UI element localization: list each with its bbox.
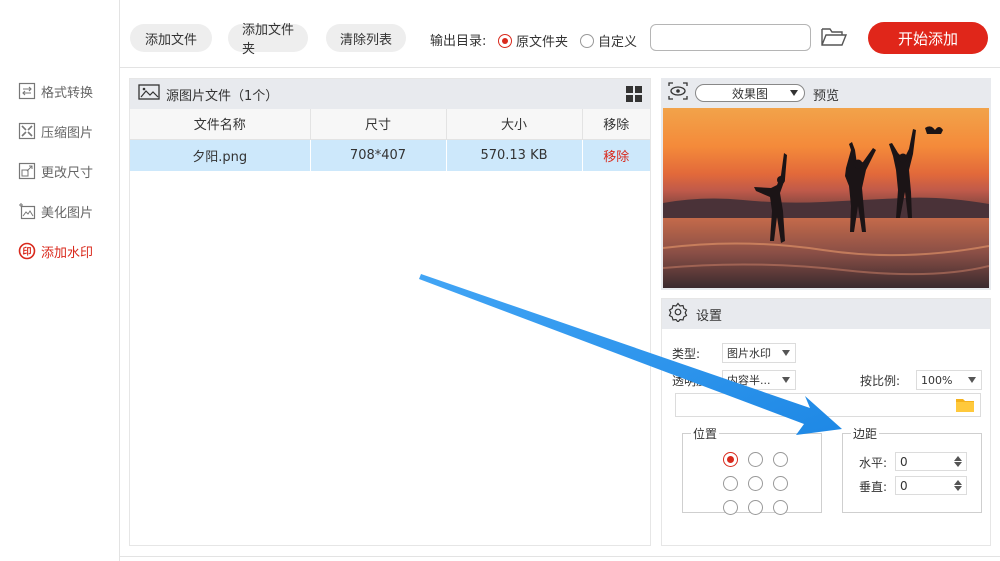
divider bbox=[120, 556, 1000, 557]
add-file-button[interactable]: 添加文件 bbox=[130, 24, 212, 52]
file-dimensions-cell: 708*407 bbox=[310, 139, 447, 171]
vertical-margin-stepper[interactable]: 0 bbox=[895, 476, 967, 495]
file-name-cell: 夕阳.png bbox=[130, 139, 311, 171]
margin-group: 边距 水平: 0 垂直: 0 bbox=[842, 425, 982, 513]
sidebar-item-label: 添加水印 bbox=[41, 245, 94, 261]
position-legend: 位置 bbox=[693, 427, 718, 441]
position-center-radio[interactable] bbox=[748, 476, 763, 491]
scale-label: 按比例: bbox=[860, 374, 901, 388]
preview-mode-select[interactable]: 效果图 bbox=[695, 84, 805, 102]
source-files-panel: 源图片文件（1个） 文件名称 尺寸 大小 移除 夕阳.png 708*407 5… bbox=[129, 78, 651, 546]
sidebar-item-label: 压缩图片 bbox=[41, 125, 94, 141]
remove-link[interactable]: 移除 bbox=[582, 139, 650, 171]
preview-mode-value: 效果图 bbox=[731, 86, 768, 101]
chevron-down-icon bbox=[782, 377, 790, 383]
file-size-cell: 570.13 KB bbox=[446, 139, 583, 171]
image-icon bbox=[138, 84, 160, 104]
radio-checked-icon bbox=[498, 33, 512, 48]
column-header-size: 大小 bbox=[446, 109, 583, 140]
radio-custom-folder[interactable]: 自定义 bbox=[580, 31, 637, 50]
position-top-right-radio[interactable] bbox=[773, 452, 788, 467]
settings-panel: 设置 类型: 图片水印 透明度: 内容半... 按比例: 100% 位置 边距 … bbox=[661, 298, 991, 546]
chevron-down-icon bbox=[968, 377, 976, 383]
preview-panel: 效果图 预览 bbox=[661, 78, 991, 290]
position-middle-right-radio[interactable] bbox=[773, 476, 788, 491]
watermark-icon: 印 bbox=[18, 242, 36, 260]
opacity-label: 透明度: bbox=[672, 374, 713, 388]
horizontal-label: 水平: bbox=[859, 456, 888, 470]
radio-unchecked-icon bbox=[580, 33, 594, 48]
scale-select[interactable]: 100% bbox=[916, 370, 982, 390]
column-header-name: 文件名称 bbox=[130, 109, 311, 140]
preview-label: 预览 bbox=[813, 89, 840, 104]
files-title: 源图片文件（1个） bbox=[166, 88, 279, 104]
position-top-left-radio[interactable] bbox=[723, 452, 738, 467]
sidebar-item-resize[interactable]: 更改尺寸 bbox=[18, 160, 93, 182]
sidebar-item-add-watermark[interactable]: 印 添加水印 bbox=[18, 240, 93, 262]
beautify-icon bbox=[18, 202, 36, 220]
open-folder-icon[interactable] bbox=[820, 26, 848, 50]
sidebar-item-label: 美化图片 bbox=[41, 205, 94, 221]
file-table: 文件名称 尺寸 大小 移除 夕阳.png 708*407 570.13 KB 移… bbox=[130, 109, 650, 171]
radio-label: 原文件夹 bbox=[516, 35, 569, 50]
output-dir-label: 输出目录: bbox=[430, 34, 487, 49]
preview-image bbox=[663, 108, 989, 288]
stepper-up-icon[interactable] bbox=[954, 456, 962, 461]
resize-icon bbox=[18, 162, 36, 180]
start-add-button[interactable]: 开始添加 bbox=[868, 22, 988, 54]
table-row[interactable]: 夕阳.png 708*407 570.13 KB 移除 bbox=[130, 139, 650, 171]
sidebar-item-compress[interactable]: 压缩图片 bbox=[18, 120, 93, 142]
radio-original-folder[interactable]: 原文件夹 bbox=[498, 31, 568, 50]
watermark-type-select[interactable]: 图片水印 bbox=[722, 343, 796, 363]
vertical-margin-value: 0 bbox=[900, 478, 908, 493]
settings-header: 设置 bbox=[662, 299, 990, 329]
sidebar-item-label: 格式转换 bbox=[41, 85, 94, 101]
sidebar-item-format-convert[interactable]: 格式转换 bbox=[18, 80, 93, 102]
horizontal-margin-value: 0 bbox=[900, 454, 908, 469]
clear-list-button[interactable]: 清除列表 bbox=[326, 24, 406, 52]
position-bottom-left-radio[interactable] bbox=[723, 500, 738, 515]
settings-title: 设置 bbox=[696, 308, 723, 324]
sidebar-item-beautify[interactable]: 美化图片 bbox=[18, 200, 93, 222]
watermark-image-path-input[interactable] bbox=[675, 393, 981, 417]
position-bottom-center-radio[interactable] bbox=[748, 500, 763, 515]
position-top-center-radio[interactable] bbox=[748, 452, 763, 467]
stepper-down-icon[interactable] bbox=[954, 486, 962, 491]
vertical-label: 垂直: bbox=[859, 480, 888, 494]
toolbar: 添加文件 添加文件夹 清除列表 输出目录: 原文件夹 自定义 开始添加 bbox=[120, 0, 1000, 68]
radio-label: 自定义 bbox=[598, 35, 638, 50]
margin-legend: 边距 bbox=[853, 427, 878, 441]
scale-value: 100% bbox=[921, 373, 953, 387]
sidebar-item-label: 更改尺寸 bbox=[41, 165, 94, 181]
position-group: 位置 bbox=[682, 425, 822, 515]
compress-icon bbox=[18, 122, 36, 140]
grid-view-icon[interactable] bbox=[626, 86, 642, 102]
chevron-down-icon bbox=[790, 90, 798, 96]
column-header-dimensions: 尺寸 bbox=[310, 109, 447, 140]
stepper-up-icon[interactable] bbox=[954, 480, 962, 485]
opacity-select[interactable]: 内容半... bbox=[722, 370, 796, 390]
position-middle-left-radio[interactable] bbox=[723, 476, 738, 491]
folder-icon[interactable] bbox=[956, 397, 974, 413]
output-path-input[interactable] bbox=[650, 24, 811, 51]
add-folder-button[interactable]: 添加文件夹 bbox=[228, 23, 308, 57]
preview-header: 效果图 预览 bbox=[661, 78, 991, 108]
column-header-remove: 移除 bbox=[582, 109, 650, 140]
watermark-type-value: 图片水印 bbox=[727, 347, 771, 360]
gear-icon bbox=[668, 302, 688, 326]
opacity-value: 内容半... bbox=[727, 374, 771, 387]
type-label: 类型: bbox=[672, 347, 701, 361]
sidebar: 格式转换 压缩图片 更改尺寸 美化图片 印 添加水印 bbox=[0, 0, 120, 561]
svg-text:印: 印 bbox=[22, 246, 31, 258]
position-bottom-right-radio[interactable] bbox=[773, 500, 788, 515]
files-header: 源图片文件（1个） bbox=[130, 79, 650, 109]
chevron-down-icon bbox=[782, 350, 790, 356]
eye-icon[interactable] bbox=[667, 81, 689, 105]
horizontal-margin-stepper[interactable]: 0 bbox=[895, 452, 967, 471]
stepper-down-icon[interactable] bbox=[954, 462, 962, 467]
convert-icon bbox=[18, 82, 36, 100]
